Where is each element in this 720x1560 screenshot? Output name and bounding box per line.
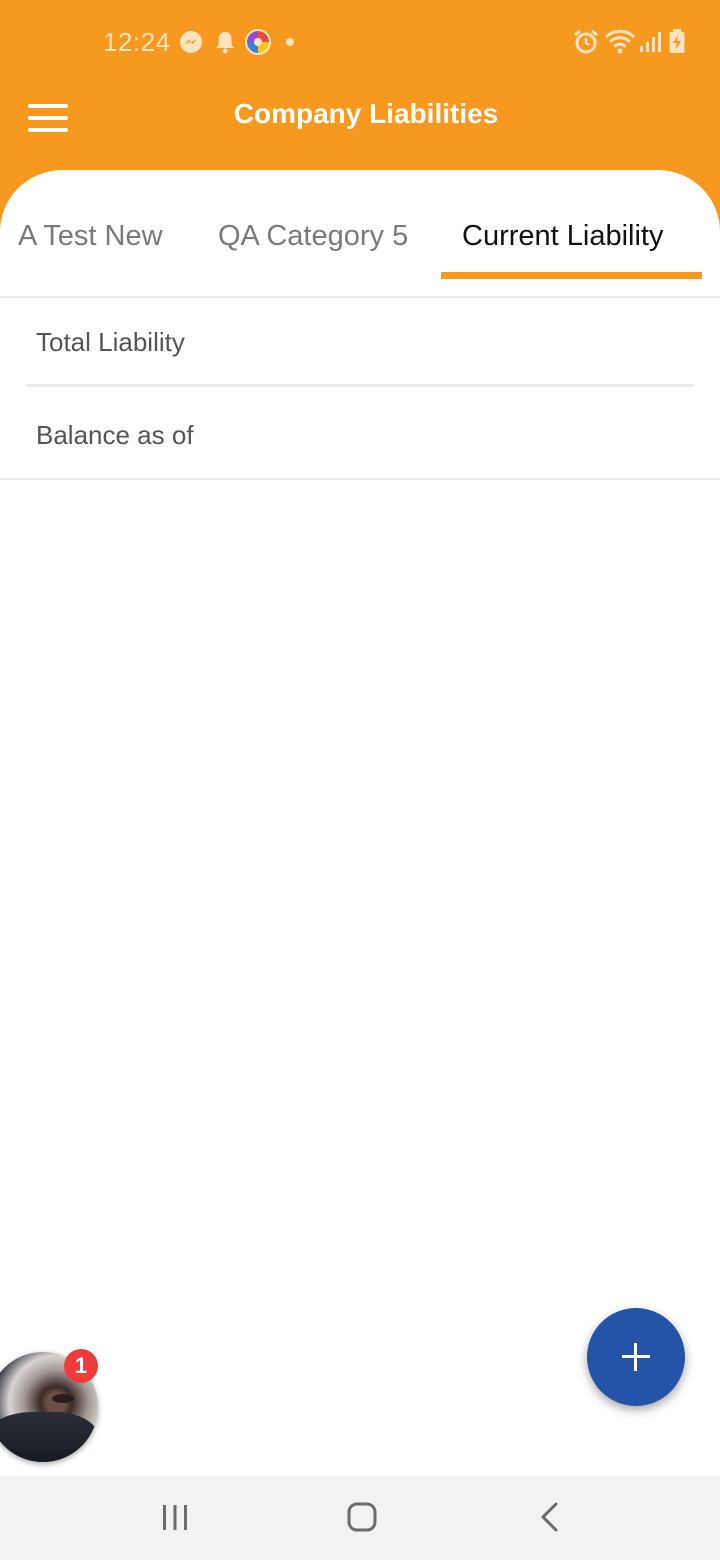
plus-icon <box>634 1343 637 1371</box>
dot-icon <box>286 38 294 46</box>
divider <box>0 478 720 480</box>
notification-bell-icon <box>216 32 234 54</box>
chat-badge: 1 <box>64 1349 98 1383</box>
messenger-icon <box>180 31 202 53</box>
battery-charging-icon <box>669 29 685 53</box>
tab-bar: A Test New QA Category 5 Current Liabili… <box>0 170 720 298</box>
home-icon <box>347 1502 377 1532</box>
status-time: 12:24 <box>103 27 171 57</box>
app-screen: 12:24 Company Liabilities A Test New QA … <box>0 0 720 1560</box>
tab-qa-category-5[interactable]: QA Category 5 <box>218 220 408 280</box>
tab-current-liability[interactable]: Current Liability <box>462 220 663 280</box>
back-icon <box>541 1502 558 1532</box>
signal-icon <box>640 32 661 52</box>
list-item-total-liability[interactable]: Total Liability <box>0 297 720 387</box>
avatar-mask <box>0 1412 98 1462</box>
status-bar: 12:24 <box>0 0 720 84</box>
tab-a-test-new[interactable]: A Test New <box>18 220 163 280</box>
page-title: Company Liabilities <box>233 98 499 129</box>
list-item-label: Balance as of <box>36 420 194 450</box>
wifi-icon <box>604 29 636 54</box>
add-button[interactable] <box>587 1308 685 1406</box>
list-item-balance-as-of[interactable]: Balance as of <box>0 390 720 480</box>
app-logo-icon <box>245 29 271 55</box>
active-tab-indicator <box>441 272 702 279</box>
back-button[interactable] <box>499 1476 599 1560</box>
list-item-label: Total Liability <box>36 327 185 357</box>
recent-apps-icon <box>163 1505 187 1530</box>
avatar-eye <box>52 1394 74 1403</box>
recent-apps-button[interactable] <box>125 1476 225 1560</box>
home-button[interactable] <box>312 1476 412 1560</box>
alarm-icon <box>574 29 598 54</box>
divider <box>26 384 694 387</box>
navigation-bar <box>0 1476 720 1560</box>
